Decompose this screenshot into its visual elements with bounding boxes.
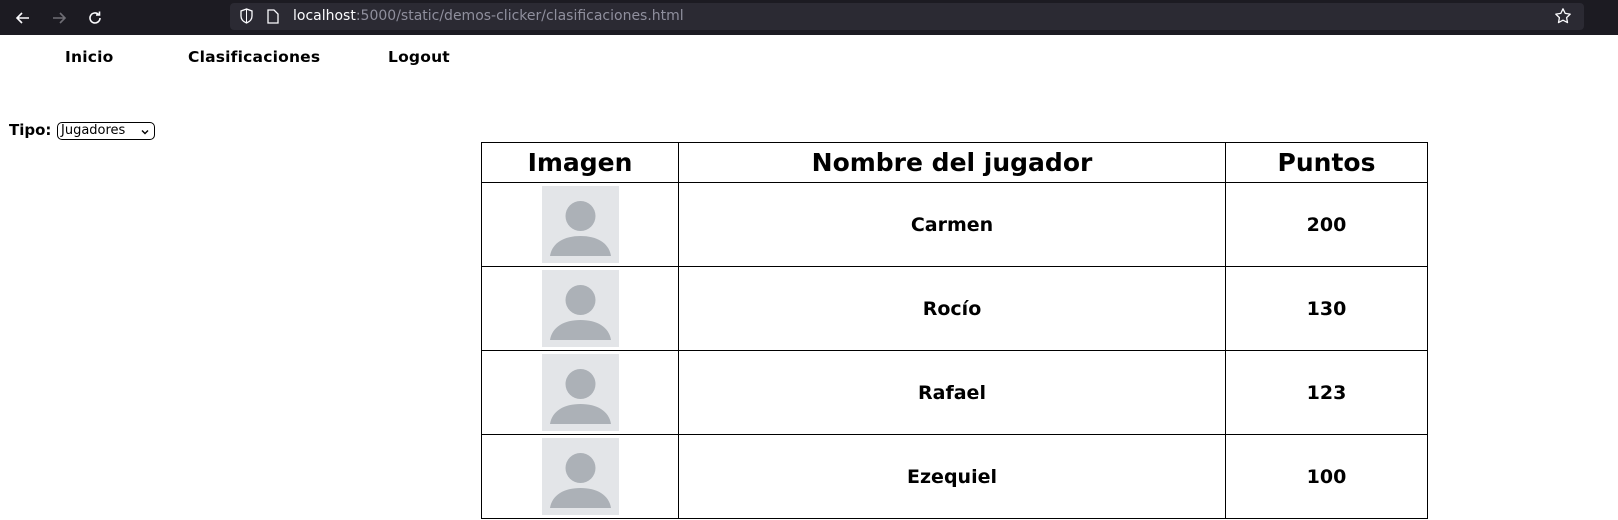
- table-row: Rafael 123: [481, 350, 1428, 435]
- main-nav: Inicio Clasificaciones Logout: [0, 48, 600, 70]
- ranking-table: Imagen Nombre del jugador Puntos Carmen …: [481, 142, 1428, 519]
- player-image-cell: [481, 182, 679, 267]
- tipo-select[interactable]: Jugadores: [57, 122, 155, 140]
- player-name: Rocío: [678, 266, 1226, 351]
- url-text: localhost:5000/static/demos-clicker/clas…: [293, 8, 684, 24]
- tipo-label: Tipo:: [9, 121, 52, 139]
- chevron-down-icon: [140, 126, 150, 142]
- page-icon: [267, 9, 279, 28]
- player-points: 123: [1225, 350, 1428, 435]
- player-name: Ezequiel: [678, 434, 1226, 519]
- header-imagen: Imagen: [481, 142, 679, 183]
- avatar-placeholder-icon: [541, 186, 619, 263]
- address-bar[interactable]: localhost:5000/static/demos-clicker/clas…: [230, 3, 1584, 30]
- player-image-cell: [481, 350, 679, 435]
- table-row: Rocío 130: [481, 266, 1428, 351]
- header-puntos: Puntos: [1225, 142, 1428, 183]
- player-name: Rafael: [678, 350, 1226, 435]
- nav-link-logout[interactable]: Logout: [388, 48, 450, 66]
- tipo-select-value: Jugadores: [61, 123, 126, 138]
- forward-arrow-icon[interactable]: [46, 5, 72, 31]
- player-points: 200: [1225, 182, 1428, 267]
- browser-toolbar: localhost:5000/static/demos-clicker/clas…: [0, 0, 1618, 35]
- nav-link-clasificaciones[interactable]: Clasificaciones: [188, 48, 320, 66]
- table-header-row: Imagen Nombre del jugador Puntos: [481, 142, 1428, 183]
- avatar-placeholder-icon: [541, 438, 619, 515]
- table-row: Ezequiel 100: [481, 434, 1428, 519]
- shield-icon[interactable]: [239, 8, 254, 28]
- reload-icon[interactable]: [82, 5, 108, 31]
- back-arrow-icon[interactable]: [10, 5, 36, 31]
- player-points: 130: [1225, 266, 1428, 351]
- nav-link-inicio[interactable]: Inicio: [65, 48, 113, 66]
- table-row: Carmen 200: [481, 182, 1428, 267]
- avatar-placeholder-icon: [541, 270, 619, 347]
- bookmark-star-icon[interactable]: [1554, 7, 1572, 29]
- player-image-cell: [481, 434, 679, 519]
- player-image-cell: [481, 266, 679, 351]
- player-name: Carmen: [678, 182, 1226, 267]
- avatar-placeholder-icon: [541, 354, 619, 431]
- player-points: 100: [1225, 434, 1428, 519]
- header-nombre: Nombre del jugador: [678, 142, 1226, 183]
